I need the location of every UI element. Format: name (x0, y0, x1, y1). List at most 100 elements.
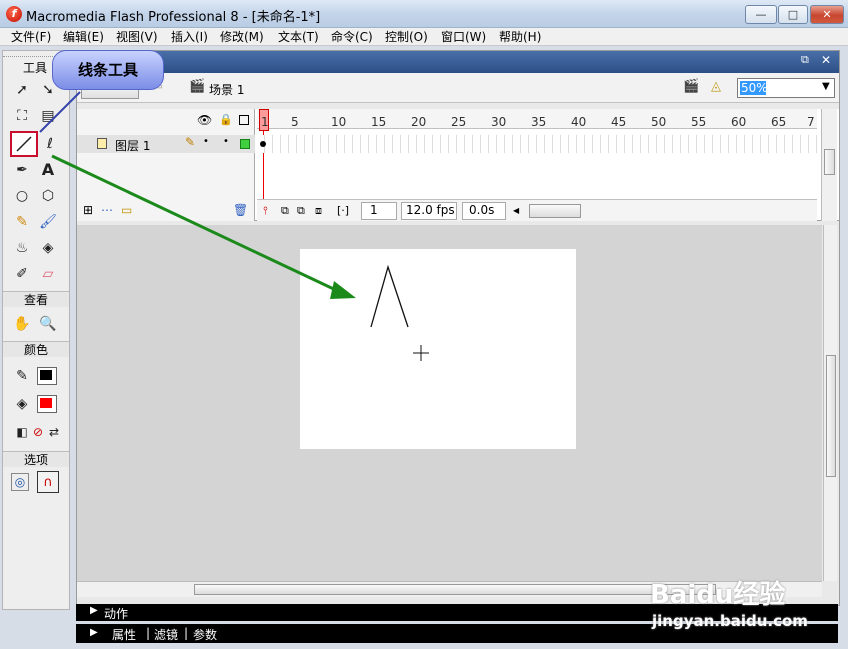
pencil-tool-icon[interactable]: ✎ (11, 211, 33, 233)
maximize-button[interactable]: □ (778, 5, 808, 24)
ink-bottle-tool-icon[interactable]: ♨ (11, 237, 33, 259)
delete-layer-icon[interactable]: 🗑 (233, 203, 248, 217)
eraser-tool-icon[interactable]: ▱ (37, 263, 59, 285)
keyframe-dot[interactable] (260, 141, 266, 147)
stage-hscroll-thumb[interactable] (194, 584, 716, 595)
menu-window[interactable]: 窗口(W) (440, 28, 487, 46)
fps-field[interactable]: 12.0 fps (401, 202, 457, 220)
fill-bucket-icon: ◈ (16, 396, 28, 412)
stage-vscroll-thumb[interactable] (826, 355, 836, 477)
ruler-number: 10 (331, 115, 347, 129)
stage-canvas[interactable] (300, 249, 576, 449)
stroke-pencil-icon: ✎ (16, 368, 28, 384)
object-drawing-icon[interactable]: ◎ (11, 473, 29, 491)
snap-magnet-icon[interactable]: ∩ (37, 471, 59, 493)
menu-insert[interactable]: 插入(I) (170, 28, 209, 46)
expand-arrow-icon[interactable]: ▶ (90, 627, 98, 638)
fill-color-swatch[interactable] (37, 395, 57, 413)
close-button[interactable]: ✕ (810, 5, 844, 24)
baidu-watermark: Baidu经验 (650, 580, 786, 610)
minimize-button[interactable]: — (745, 5, 777, 24)
tab-parameters[interactable]: 参数 (193, 626, 217, 643)
free-transform-tool-icon[interactable]: ⛶ (11, 105, 33, 127)
onion-markers-icon[interactable]: [·] (337, 204, 349, 217)
eye-icon[interactable]: 👁 (197, 113, 212, 127)
watermark-url: jingyan.baidu.com (652, 612, 808, 630)
layer-outline-color[interactable] (240, 139, 250, 149)
add-folder-icon[interactable]: ▭ (121, 203, 132, 217)
doc-restore-icon[interactable]: ⧉ (801, 53, 809, 67)
tab-filters[interactable]: 滤镜 (154, 626, 178, 643)
onion-skin-icon[interactable]: ⧉ (281, 204, 289, 218)
menu-control[interactable]: 控制(O) (384, 28, 429, 46)
stage-vscroll[interactable] (823, 225, 837, 581)
layer-name[interactable]: 图层 1 (115, 137, 150, 154)
stroke-color-swatch[interactable] (37, 367, 57, 385)
doc-close-icon[interactable]: ✕ (821, 53, 831, 67)
menu-edit[interactable]: 编辑(E) (62, 28, 105, 46)
scene-clapper-icon: 🎬 (189, 79, 206, 94)
lock-icon[interactable]: 🔒 (219, 113, 233, 126)
line-tool-icon[interactable] (10, 131, 38, 157)
swap-colors-icon[interactable]: ⇄ (43, 421, 65, 443)
layer-panel: 👁 🔒 图层 1 ✎ • • ⊞ ⋯ ▭ 🗑 (77, 109, 255, 221)
expand-arrow-icon[interactable]: ▶ (90, 605, 98, 616)
drawn-lines (370, 264, 429, 361)
oval-tool-icon[interactable]: ○ (11, 185, 33, 207)
menu-bar: 文件(F) 编辑(E) 视图(V) 插入(I) 修改(M) 文本(T) 命令(C… (0, 28, 848, 46)
brush-tool-icon[interactable]: 🖌 (37, 211, 59, 233)
hand-tool-icon[interactable]: ✋ (11, 313, 33, 335)
frames-area[interactable]: 1 5 10 15 20 25 30 35 40 45 50 55 60 65 … (257, 109, 817, 221)
stroke-color-fill (40, 370, 52, 380)
menu-help[interactable]: 帮助(H) (498, 28, 542, 46)
zoom-tool-icon[interactable]: 🔍 (37, 313, 59, 335)
ruler-number: 60 (731, 115, 747, 129)
title-bar: f Macromedia Flash Professional 8 - [未命名… (0, 0, 848, 28)
edit-scene-icon[interactable]: 🎬 (683, 79, 699, 94)
tab-properties[interactable]: 属性 (112, 626, 136, 643)
edit-multiple-frames-icon[interactable]: ⧈ (315, 204, 322, 218)
zoom-dropdown[interactable]: 50% ▼ (737, 78, 835, 98)
layer-lock-dot[interactable]: • (223, 136, 229, 147)
outline-icon[interactable] (239, 115, 249, 125)
timeline-vscroll-thumb[interactable] (824, 149, 835, 175)
chevron-down-icon[interactable]: ▼ (822, 81, 830, 92)
edit-symbol-icon[interactable]: ◬ (711, 79, 721, 94)
ruler-number: 55 (691, 115, 707, 129)
window-title: Macromedia Flash Professional 8 - [未命名-1… (26, 10, 321, 25)
timeline-panel: 👁 🔒 图层 1 ✎ • • ⊞ ⋯ ▭ 🗑 1 5 10 15 20 25 3… (77, 109, 839, 221)
timeline-status-bar: ⫯ ⧉ ⧉ ⧈ [·] 1 12.0 fps 0.0s ◀ (257, 199, 817, 221)
lasso-tool-icon[interactable]: ℓ (39, 133, 61, 155)
add-layer-icon[interactable]: ⊞ (83, 203, 93, 217)
paint-bucket-tool-icon[interactable]: ◈ (37, 237, 59, 259)
scroll-left-icon[interactable]: ◀ (513, 206, 519, 215)
layer-row[interactable]: 图层 1 ✎ • • (77, 135, 255, 153)
fill-transform-tool-icon[interactable]: ▤ (37, 105, 59, 127)
pen-tool-icon[interactable]: ✒ (11, 159, 33, 181)
menu-view[interactable]: 视图(V) (115, 28, 159, 46)
menu-commands[interactable]: 命令(C) (330, 28, 374, 46)
timeline-vscroll[interactable] (821, 109, 837, 221)
ruler-number: 25 (451, 115, 467, 129)
layer-pencil-icon: ✎ (185, 135, 196, 149)
frame-row[interactable] (257, 135, 817, 153)
timeline-scroll-thumb[interactable] (529, 204, 581, 218)
add-guide-layer-icon[interactable]: ⋯ (101, 203, 113, 217)
menu-modify[interactable]: 修改(M) (219, 28, 265, 46)
layer-visible-dot[interactable]: • (203, 136, 209, 147)
text-tool-icon[interactable]: A (37, 159, 59, 181)
center-frame-icon[interactable]: ⫯ (263, 204, 268, 218)
actions-label[interactable]: 动作 (104, 605, 128, 622)
toolbox-panel: 工具 ➚ ➘ ⛶ ▤ ℓ ✒ A ○ ⬡ ✎ 🖌 ♨ ◈ ✐ ▱ 查看 ✋ 🔍 … (2, 50, 70, 610)
menu-text[interactable]: 文本(T) (277, 28, 320, 46)
menu-file[interactable]: 文件(F) (10, 28, 52, 46)
eyedropper-tool-icon[interactable]: ✐ (11, 263, 33, 285)
stage-area[interactable] (77, 225, 822, 581)
polystar-tool-icon[interactable]: ⬡ (37, 185, 59, 207)
tab-divider: | (184, 626, 189, 640)
scene-label[interactable]: 场景 1 (209, 81, 244, 98)
ruler-number: 5 (291, 115, 299, 129)
onion-outline-icon[interactable]: ⧉ (297, 204, 305, 218)
zoom-value[interactable]: 50% (740, 81, 768, 95)
arrow-tool-icon[interactable]: ➚ (11, 79, 33, 101)
